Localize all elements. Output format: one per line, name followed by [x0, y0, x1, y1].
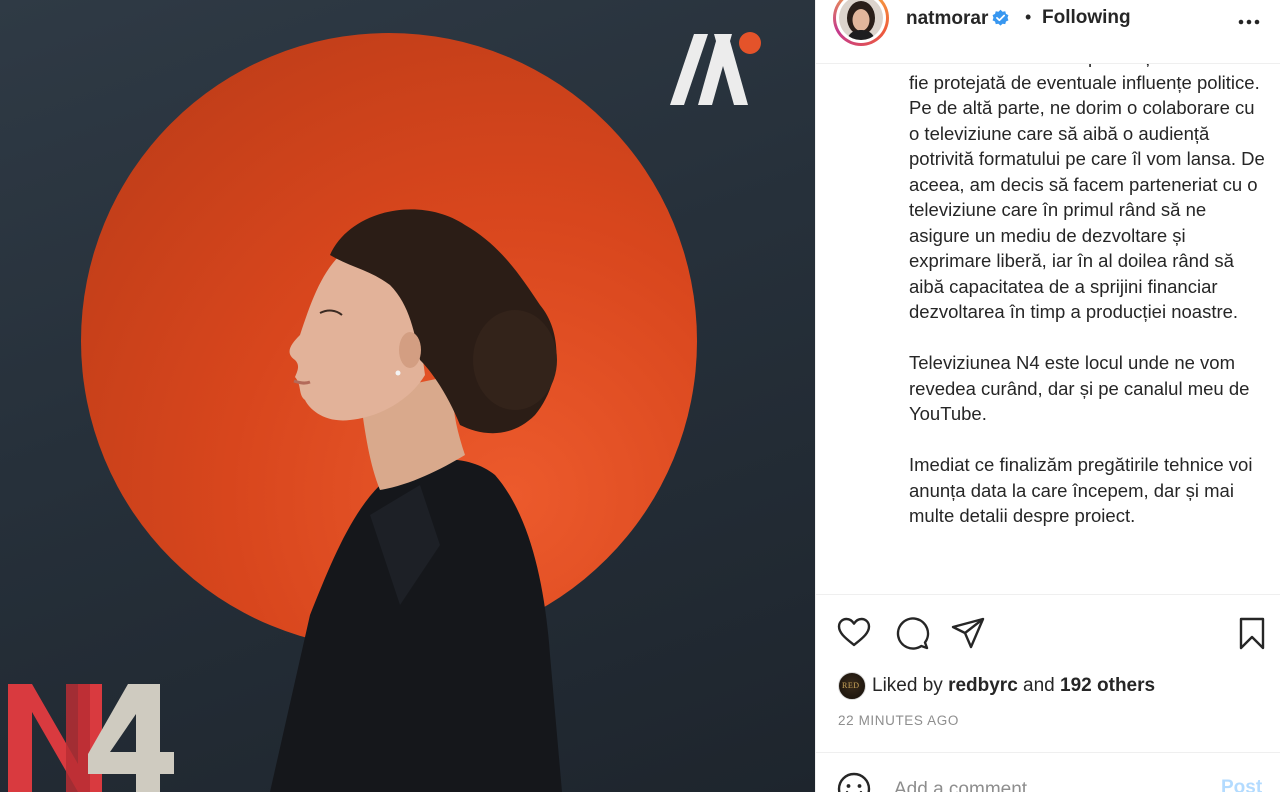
- likes-text: Liked by redbyrc and 192 others: [872, 675, 1155, 697]
- add-comment-bar: Post: [816, 752, 1280, 792]
- heart-icon[interactable]: [836, 615, 872, 651]
- post-header: natmorar • Following: [816, 0, 1280, 64]
- caption-scroll-area[interactable]: cu o televiziune unde producția noastră …: [816, 64, 1280, 594]
- comment-bubble-icon[interactable]: [894, 615, 930, 651]
- show-logo: [670, 32, 761, 105]
- avatar-photo: [839, 0, 883, 40]
- more-options-icon[interactable]: [1236, 12, 1262, 32]
- liker-avatar[interactable]: RED: [838, 672, 866, 700]
- avatar-frame: [836, 0, 886, 43]
- post-comment-button[interactable]: Post: [1221, 777, 1262, 792]
- caption-paragraph: Imediat ce finalizăm pregătirile tehnice…: [909, 454, 1253, 526]
- following-button[interactable]: Following: [1042, 7, 1131, 29]
- author-username[interactable]: natmorar: [906, 8, 988, 30]
- likes-connector: and: [1023, 675, 1055, 696]
- likes-prefix: Liked by: [872, 675, 943, 696]
- verified-badge-icon: [992, 9, 1009, 26]
- post-timestamp[interactable]: 22 MINUTES AGO: [838, 713, 959, 728]
- caption-paragraph: cu o televiziune unde producția noastră …: [909, 64, 1265, 322]
- post-image[interactable]: [0, 0, 815, 792]
- comment-input[interactable]: [894, 775, 1194, 792]
- woman-profile-portrait: [270, 209, 562, 792]
- smiley-icon[interactable]: [836, 771, 872, 792]
- header-separator: •: [1025, 7, 1032, 27]
- post-sidebar: cu o televiziune unde producția noastră …: [815, 0, 1280, 792]
- post-caption: cu o televiziune unde producția noastră …: [909, 64, 1269, 554]
- n4-channel-logo: [8, 684, 174, 792]
- author-avatar[interactable]: [833, 0, 889, 46]
- likes-summary: RED Liked by redbyrc and 192 others: [838, 672, 1268, 702]
- post-actions-section: RED Liked by redbyrc and 192 others 22 M…: [816, 594, 1280, 752]
- paper-plane-icon[interactable]: [950, 615, 986, 651]
- bookmark-icon[interactable]: [1234, 615, 1270, 651]
- likes-others-link[interactable]: 192 others: [1060, 675, 1155, 696]
- liker-username[interactable]: redbyrc: [948, 675, 1018, 696]
- caption-paragraph: Televiziunea N4 este locul unde ne vom r…: [909, 352, 1250, 424]
- liker-avatar-text: RED: [842, 681, 860, 690]
